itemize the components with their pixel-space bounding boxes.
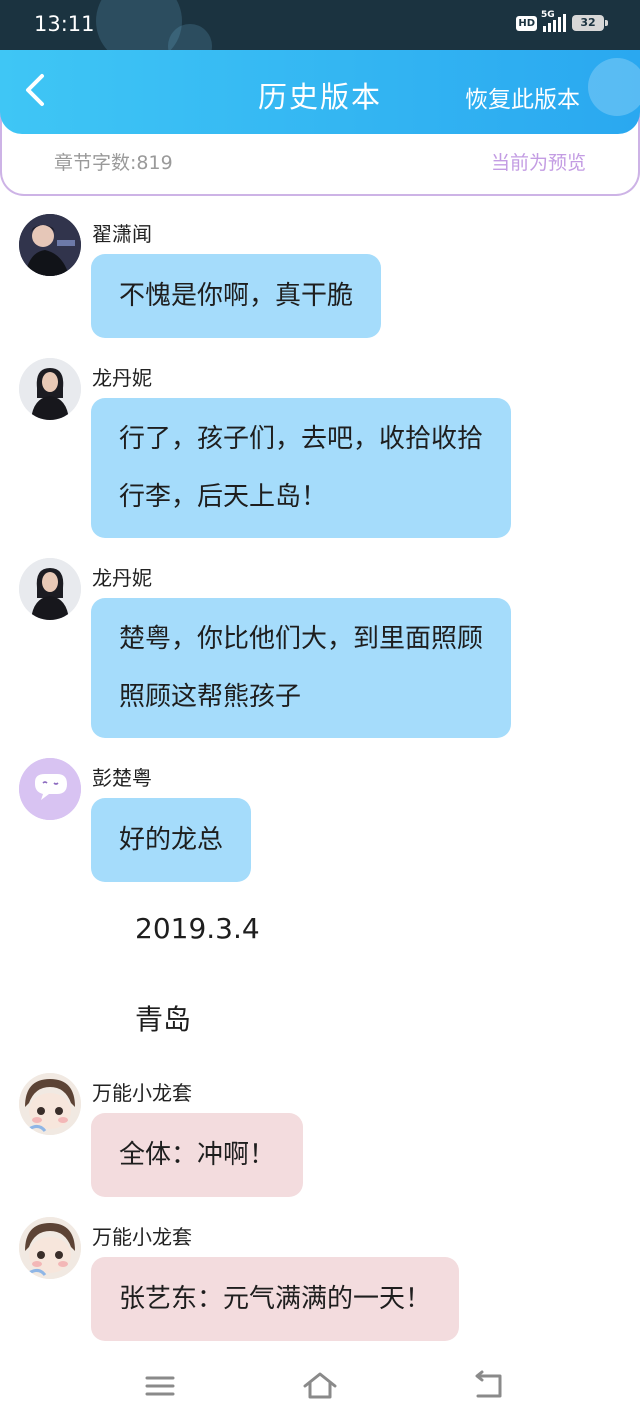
back-icon xyxy=(475,1370,502,1398)
preview-status: 当前为预览 xyxy=(490,152,586,174)
sender-name: 龙丹妮 xyxy=(92,566,152,590)
chat-message: 龙丹妮 楚粤，你比他们大，到里面照顾 照顾这帮熊孩子 xyxy=(0,556,640,746)
chat-message: 万能小龙套 张艺东：元气满满的一天！ xyxy=(0,1215,640,1345)
back-button[interactable] xyxy=(18,70,54,110)
menu-icon xyxy=(145,1376,175,1396)
sender-name: 彭楚粤 xyxy=(92,766,152,790)
message-line: 行了，孩子们，去吧，收拾收拾 xyxy=(119,424,484,454)
home-icon xyxy=(303,1372,337,1399)
avatar xyxy=(19,1073,81,1135)
chat-message: 翟潇闻 不愧是你啊，真干脆 xyxy=(0,212,640,342)
message-bubble[interactable]: 好的龙总 xyxy=(91,798,252,882)
home-button[interactable] xyxy=(302,1370,338,1402)
status-icons: HD 5G 32 xyxy=(516,10,608,32)
network-label: 5G xyxy=(541,10,555,20)
system-nav-bar xyxy=(0,1350,640,1422)
message-line: 照顾这帮熊孩子 xyxy=(119,682,302,712)
avatar xyxy=(19,558,81,620)
back-nav-button[interactable] xyxy=(470,1370,506,1402)
avatar xyxy=(19,358,81,420)
message-bubble[interactable]: 全体：冲啊！ xyxy=(91,1113,304,1197)
avatar xyxy=(19,214,81,276)
message-bubble[interactable]: 行了，孩子们，去吧，收拾收拾 行李，后天上岛！ xyxy=(91,398,512,538)
status-time: 13:11 xyxy=(34,12,95,36)
message-bubble[interactable]: 张艺东：元气满满的一天！ xyxy=(91,1257,460,1341)
sender-name: 龙丹妮 xyxy=(92,366,152,390)
message-line: 楚粤，你比他们大，到里面照顾 xyxy=(119,624,484,654)
battery-icon: 32 xyxy=(572,15,608,31)
message-bubble[interactable]: 不愧是你啊，真干脆 xyxy=(91,254,382,338)
chapter-word-count: 章节字数:819 xyxy=(54,152,173,174)
chevron-left-icon xyxy=(26,74,44,106)
chat-message: 彭楚粤 好的龙总 xyxy=(0,756,640,886)
hd-badge: HD xyxy=(516,15,537,31)
sender-name: 万能小龙套 xyxy=(92,1081,192,1105)
message-line: 行李，后天上岛！ xyxy=(119,482,328,512)
restore-version-button[interactable]: 恢复此版本 xyxy=(465,80,580,114)
signal-icon: 5G xyxy=(541,10,566,32)
sender-name: 万能小龙套 xyxy=(92,1225,192,1249)
narration-place: 青岛 xyxy=(135,1003,192,1036)
message-bubble[interactable]: 楚粤，你比他们大，到里面照顾 照顾这帮熊孩子 xyxy=(91,598,512,738)
avatar xyxy=(19,1217,81,1279)
status-bar: 13:11 HD 5G 32 xyxy=(0,0,640,50)
chat-message: 龙丹妮 行了，孩子们，去吧，收拾收拾 行李，后天上岛！ xyxy=(0,356,640,546)
narration-date: 2019.3.4 xyxy=(135,912,260,945)
chat-bubble-avatar-icon xyxy=(19,758,81,820)
title-bar: 历史版本 恢复此版本 xyxy=(0,50,640,134)
avatar xyxy=(19,758,81,820)
sender-name: 翟潇闻 xyxy=(92,222,152,246)
decor-orb xyxy=(588,58,640,116)
chat-history-screen: 13:11 HD 5G 32 历史版本 恢复此版本 章节字数:819 当前为预览 xyxy=(0,0,640,1422)
chat-message: 万能小龙套 全体：冲啊！ xyxy=(0,1071,640,1201)
menu-button[interactable] xyxy=(142,1370,178,1402)
